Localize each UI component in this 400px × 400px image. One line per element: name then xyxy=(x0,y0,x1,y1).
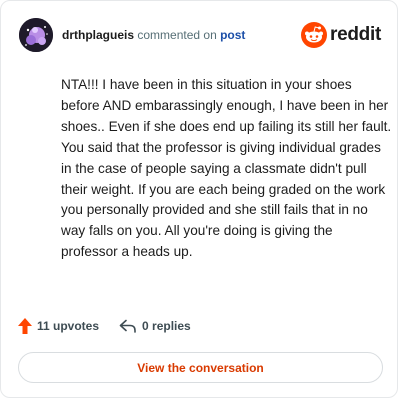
view-conversation-button[interactable]: View the conversation xyxy=(18,352,383,383)
embedded-comment-card: drthplagueis commented on post reddit NT… xyxy=(0,0,398,398)
user-avatar[interactable] xyxy=(19,18,53,52)
reply-arrow-icon xyxy=(119,319,136,333)
upvote-button[interactable]: 11 upvotes xyxy=(18,318,99,334)
reddit-wordmark: reddit xyxy=(330,24,381,45)
upvote-count: 11 upvotes xyxy=(37,319,100,333)
avatar-image xyxy=(19,18,53,52)
comment-header: drthplagueis commented on post reddit xyxy=(19,17,381,53)
replies-button[interactable]: 0 replies xyxy=(119,319,191,333)
comment-meta: drthplagueis commented on post xyxy=(62,28,245,42)
post-link[interactable]: post xyxy=(220,28,245,42)
reply-count: 0 replies xyxy=(142,319,191,333)
upvote-arrow-icon xyxy=(18,318,32,334)
comment-actions: 11 upvotes 0 replies xyxy=(18,318,191,334)
username-link[interactable]: drthplagueis xyxy=(62,28,134,42)
action-text: commented on xyxy=(137,28,217,42)
reddit-snoo-icon xyxy=(301,22,328,48)
reddit-logo[interactable]: reddit xyxy=(301,22,381,48)
comment-body: NTA!!! I have been in this situation in … xyxy=(61,77,392,260)
